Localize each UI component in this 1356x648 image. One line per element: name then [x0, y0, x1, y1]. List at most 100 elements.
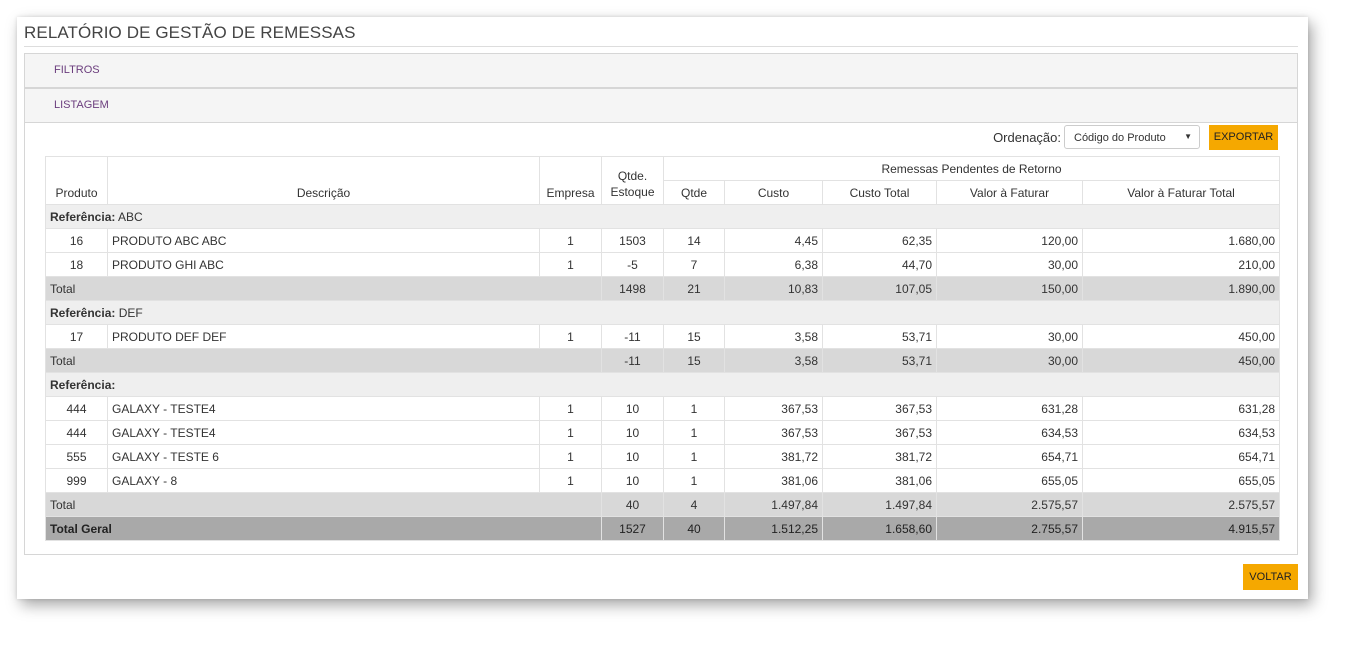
grand-total-estoque: 1527	[601, 516, 664, 541]
table-row: 555 GALAXY - TESTE 6 1 10 1 381,72 381,72 654,7…	[45, 444, 1281, 469]
subtotal-row: Total 1498 21 10,83 107,05 150,00 1.890,00	[45, 276, 1281, 301]
cell-custo-total: 367,53	[822, 396, 937, 421]
reference-row: Referência: DEF	[44, 300, 1281, 325]
header-valor-faturar-total: Valor à Faturar Total	[1081, 180, 1281, 205]
grand-total-custo-total: 1.658,60	[822, 516, 937, 541]
subtotal-custo: 10,83	[724, 276, 823, 301]
ordenacao-select[interactable]: Código do Produto ▼	[1064, 125, 1200, 149]
export-button[interactable]: EXPORTAR	[1209, 125, 1278, 150]
cell-descricao: GALAXY - TESTE4	[107, 420, 540, 445]
cell-custo-total: 62,35	[822, 228, 937, 253]
subtotal-valor: 2.575,57	[936, 492, 1083, 517]
cell-custo-total: 367,53	[822, 420, 937, 445]
cell-custo: 367,53	[724, 420, 823, 445]
report-table: Produto Descrição Empresa Qtde. Estoque …	[44, 156, 1281, 541]
cell-valor: 120,00	[936, 228, 1083, 253]
subtotal-valor-total: 1.890,00	[1081, 276, 1281, 301]
cell-valor: 631,28	[936, 396, 1083, 421]
table-row: 444 GALAXY - TESTE4 1 10 1 367,53 367,53 634,53…	[45, 420, 1281, 445]
listagem-label[interactable]: LISTAGEM	[54, 99, 109, 111]
chevron-down-icon: ▼	[1184, 132, 1192, 141]
cell-valor: 30,00	[936, 324, 1083, 349]
reference-row: Referência:	[44, 372, 1281, 397]
cell-produto: 555	[45, 444, 108, 469]
page-title: RELATÓRIO DE GESTÃO DE REMESSAS	[24, 23, 356, 42]
cell-qtde: 1	[663, 420, 725, 445]
cell-qtde: 7	[663, 252, 725, 277]
cell-custo: 6,38	[724, 252, 823, 277]
cell-custo: 4,45	[724, 228, 823, 253]
listagem-panel-header[interactable]: LISTAGEM	[24, 88, 1298, 123]
reference-value: DEF	[118, 305, 143, 320]
filtros-label[interactable]: FILTROS	[54, 64, 100, 76]
subtotal-estoque: 40	[601, 492, 664, 517]
cell-custo: 381,06	[724, 468, 823, 493]
cell-empresa: 1	[539, 444, 602, 469]
subtotal-row: Total 40 4 1.497,84 1.497,84 2.575,57 2.575,57	[45, 492, 1281, 517]
reference-cell: Referência:	[44, 372, 1281, 397]
cell-custo: 367,53	[724, 396, 823, 421]
voltar-button[interactable]: VOLTAR	[1243, 564, 1298, 590]
cell-valor-total: 450,00	[1081, 324, 1281, 349]
subtotal-label: Total	[45, 492, 602, 517]
table-row: 999 GALAXY - 8 1 10 1 381,06 381,06 655,05 655,0…	[45, 468, 1281, 493]
grand-total-custo: 1.512,25	[724, 516, 823, 541]
subtotal-qtde: 21	[663, 276, 725, 301]
subtotal-label: Total	[45, 348, 602, 373]
cell-empresa: 1	[539, 396, 602, 421]
cell-empresa: 1	[539, 228, 602, 253]
table-row: 18 PRODUTO GHI ABC 1 -5 7 6,38 44,70 30,00 210,0…	[45, 252, 1281, 277]
cell-qtde: 14	[663, 228, 725, 253]
header-valor-faturar: Valor à Faturar	[936, 180, 1083, 205]
header-custo: Custo	[724, 180, 823, 205]
report-table-body: Referência: ABC 16 PRODUTO ABC ABC 1 1503 14 4…	[44, 204, 1281, 541]
subtotal-row: Total -11 15 3,58 53,71 30,00 450,00	[45, 348, 1281, 373]
cell-qtde: 1	[663, 396, 725, 421]
cell-empresa: 1	[539, 252, 602, 277]
subtotal-custo-total: 53,71	[822, 348, 937, 373]
cell-descricao: GALAXY - TESTE 6	[107, 444, 540, 469]
header-remessas-group: Remessas Pendentes de Retorno	[662, 156, 1281, 181]
grand-total-label: Total Geral	[45, 516, 602, 541]
cell-descricao: GALAXY - TESTE4	[107, 396, 540, 421]
header-qtde: Qtde	[663, 180, 725, 205]
subtotal-custo-total: 107,05	[822, 276, 937, 301]
cell-estoque: -5	[601, 252, 664, 277]
cell-custo: 3,58	[724, 324, 823, 349]
cell-valor: 655,05	[936, 468, 1083, 493]
grand-total-row: Total Geral 1527 40 1.512,25 1.658,60 2.755,5…	[45, 516, 1281, 541]
reference-label: Referência:	[50, 209, 116, 224]
ordenacao-selected-value: Código do Produto	[1074, 132, 1166, 144]
cell-estoque: 10	[601, 420, 664, 445]
cell-produto: 18	[45, 252, 108, 277]
reference-row: Referência: ABC	[44, 204, 1281, 229]
cell-produto: 16	[45, 228, 108, 253]
header-qtde-estoque-line1: Qtde.	[617, 169, 648, 183]
cell-valor-total: 655,05	[1081, 468, 1281, 493]
report-card: RELATÓRIO DE GESTÃO DE REMESSAS FILTROS …	[17, 17, 1308, 599]
header-qtde-estoque: Qtde. Estoque	[601, 156, 664, 205]
reference-label: Referência:	[50, 305, 116, 320]
subtotal-estoque: -11	[601, 348, 664, 373]
cell-descricao: GALAXY - 8	[107, 468, 540, 493]
grand-total-valor: 2.755,57	[936, 516, 1083, 541]
table-row: 16 PRODUTO ABC ABC 1 1503 14 4,45 62,35 120,00 1…	[45, 228, 1281, 253]
cell-estoque: 1503	[601, 228, 664, 253]
table-row: 444 GALAXY - TESTE4 1 10 1 367,53 367,53 631,28…	[45, 396, 1281, 421]
cell-valor-total: 654,71	[1081, 444, 1281, 469]
cell-custo-total: 53,71	[822, 324, 937, 349]
filtros-panel-header[interactable]: FILTROS	[24, 53, 1298, 88]
cell-estoque: 10	[601, 444, 664, 469]
cell-valor-total: 634,53	[1081, 420, 1281, 445]
header-qtde-estoque-line2: Estoque	[610, 185, 655, 199]
grand-total-valor-total: 4.915,57	[1081, 516, 1281, 541]
subtotal-custo-total: 1.497,84	[822, 492, 937, 517]
cell-valor: 634,53	[936, 420, 1083, 445]
cell-valor: 30,00	[936, 252, 1083, 277]
cell-produto: 999	[45, 468, 108, 493]
subtotal-qtde: 15	[663, 348, 725, 373]
cell-estoque: 10	[601, 468, 664, 493]
cell-valor-total: 210,00	[1081, 252, 1281, 277]
subtotal-valor-total: 450,00	[1081, 348, 1281, 373]
reference-cell: Referência: DEF	[44, 300, 1281, 325]
